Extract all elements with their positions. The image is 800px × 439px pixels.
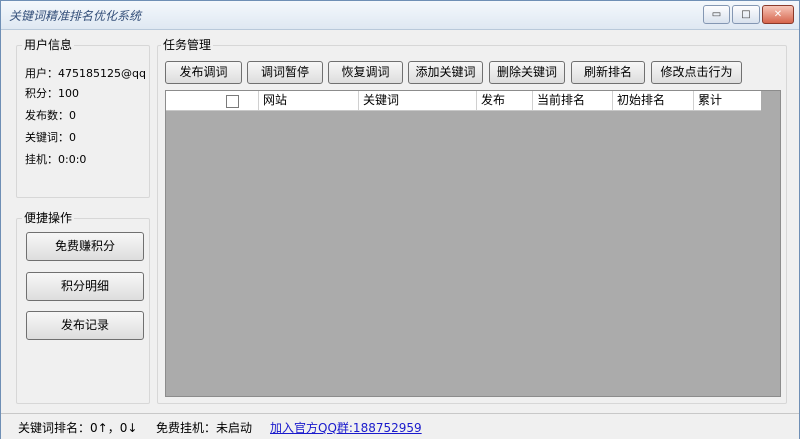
- status-bar: 关键词排名：0↑，0↓ 免费挂机：未启动 加入官方QQ群:188752959: [1, 413, 799, 439]
- minimize-button[interactable]: ▭: [703, 5, 730, 24]
- select-all-checkbox[interactable]: [226, 95, 239, 108]
- publish-record-button[interactable]: 发布记录: [26, 311, 144, 340]
- earn-points-button[interactable]: 免费赚积分: [26, 232, 144, 261]
- col-site-header[interactable]: 网站: [258, 91, 354, 110]
- task-grid[interactable]: 网站 关键词 发布 当前排名 初始排名 累计: [165, 90, 781, 397]
- quick-ops-title: 便捷操作: [22, 209, 75, 226]
- col-index-header: [166, 91, 207, 110]
- col-publish-header[interactable]: 发布: [476, 91, 528, 110]
- points-detail-button[interactable]: 积分明细: [26, 272, 144, 301]
- hang-status: 免费挂机：未启动: [156, 421, 253, 435]
- maximize-button[interactable]: □: [732, 5, 760, 24]
- resume-adjust-button[interactable]: 恢复调词: [328, 61, 403, 84]
- close-button[interactable]: ✕: [762, 5, 794, 24]
- user-published-count: 发布数：0: [25, 109, 76, 122]
- delete-keyword-button[interactable]: 删除关键词: [489, 61, 565, 84]
- user-account: 用户：475185125@qq.com: [25, 67, 147, 80]
- user-info-title: 用户信息: [22, 36, 75, 53]
- keyword-rank-status: 关键词排名：0↑，0↓: [18, 421, 138, 435]
- grid-header: 网站 关键词 发布 当前排名 初始排名 累计: [166, 91, 761, 111]
- main-window: 关键词精准排名优化系统 ▭ □ ✕ 用户信息 用户：475185125@qq.c…: [0, 0, 800, 439]
- user-hang-time: 挂机：0:0:0: [25, 153, 87, 166]
- qq-group-link[interactable]: 加入官方QQ群:188752959: [270, 419, 422, 436]
- publish-adjust-button[interactable]: 发布调词: [165, 61, 242, 84]
- refresh-rank-button[interactable]: 刷新排名: [571, 61, 645, 84]
- task-mgmt-title: 任务管理: [161, 36, 214, 53]
- add-keyword-button[interactable]: 添加关键词: [408, 61, 483, 84]
- modify-click-behavior-button[interactable]: 修改点击行为: [651, 61, 742, 84]
- col-total-header[interactable]: 累计: [693, 91, 761, 110]
- title-bar: 关键词精准排名优化系统 ▭ □ ✕: [1, 1, 799, 30]
- col-keyword-header[interactable]: 关键词: [358, 91, 476, 110]
- window-title: 关键词精准排名优化系统: [9, 9, 142, 23]
- pause-adjust-button[interactable]: 调词暂停: [247, 61, 323, 84]
- col-current-rank-header[interactable]: 当前排名: [532, 91, 610, 110]
- user-points: 积分：100: [25, 87, 79, 100]
- col-initial-rank-header[interactable]: 初始排名: [612, 91, 691, 110]
- user-keyword-count: 关键词：0: [25, 131, 76, 144]
